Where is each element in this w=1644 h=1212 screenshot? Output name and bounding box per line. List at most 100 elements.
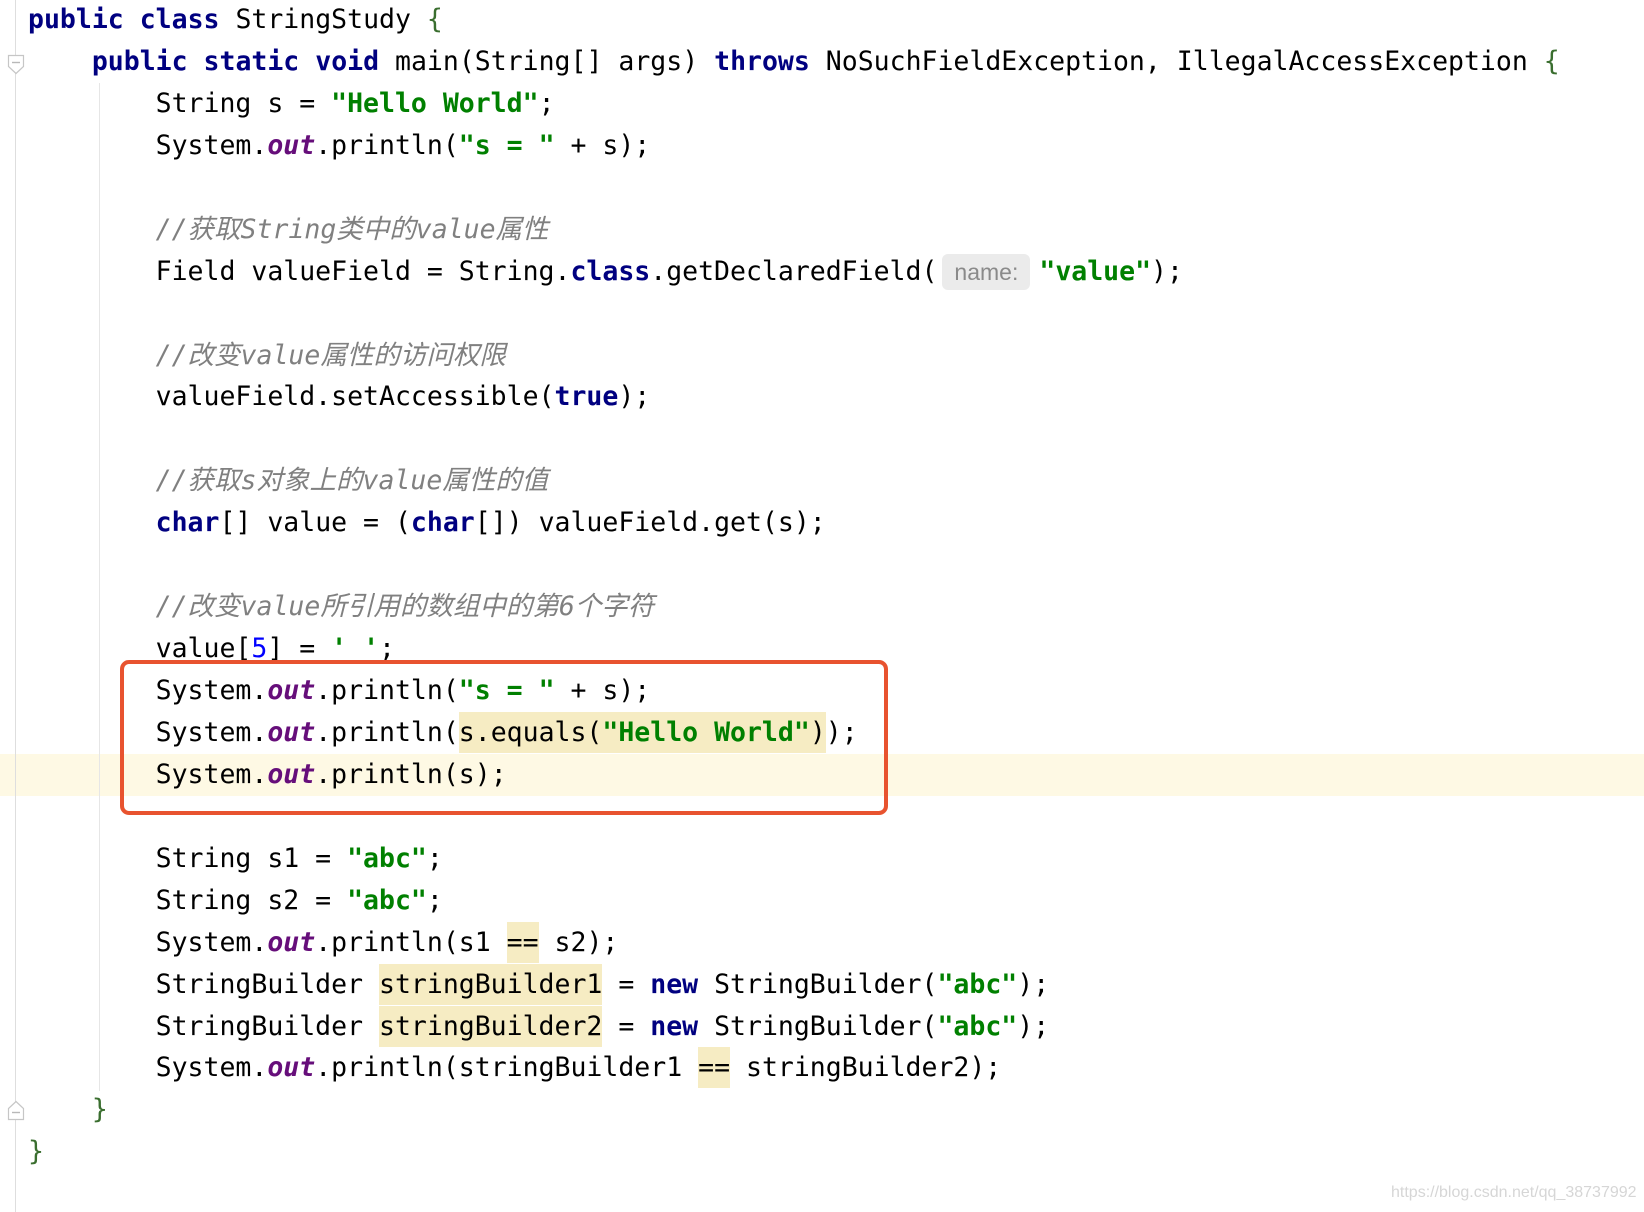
code-text[interactable]: s2);	[539, 927, 619, 958]
code-text[interactable]: + s);	[555, 130, 650, 161]
string-literal[interactable]: ' '	[331, 633, 379, 664]
string-literal[interactable]: "abc"	[937, 969, 1017, 1000]
keyword-token[interactable]: new	[650, 1011, 698, 1042]
static-field-token[interactable]: out	[267, 717, 315, 748]
string-literal[interactable]: "s = "	[459, 675, 555, 706]
code-text[interactable]: ;	[427, 843, 443, 874]
code-comment[interactable]: //改变value所引用的数组中的第6个字符	[156, 591, 655, 622]
code-line[interactable]: public class StringStudy {	[0, 0, 1644, 41]
brace-token[interactable]: {	[427, 4, 443, 35]
code-line[interactable]: String s = "Hello World";	[0, 83, 1644, 125]
code-text[interactable]	[299, 46, 315, 77]
code-text[interactable]: StringBuilder	[28, 969, 379, 1000]
code-line[interactable]: Field valueField = String.class.getDecla…	[0, 251, 1644, 293]
highlighted-usage[interactable]: ==	[698, 1047, 731, 1089]
keyword-token[interactable]: public	[92, 46, 188, 77]
code-text[interactable]: System.	[28, 759, 268, 790]
keyword-token[interactable]: char	[156, 507, 220, 538]
code-comment[interactable]: //改变value属性的访问权限	[156, 340, 506, 371]
code-lines[interactable]: public class StringStudy { public static…	[0, 0, 1644, 1173]
static-field-token[interactable]: out	[267, 1052, 315, 1083]
highlighted-usage[interactable]: stringBuilder1	[379, 963, 603, 1005]
code-line[interactable]: System.out.println(s.equals("Hello World…	[0, 711, 1644, 754]
highlighted-usage[interactable]: "Hello World"	[602, 711, 810, 753]
fold-end-icon[interactable]	[7, 1100, 25, 1121]
code-line[interactable]: System.out.println("s = " + s);	[0, 670, 1644, 712]
code-text[interactable]	[28, 1094, 92, 1125]
code-text[interactable]: ] =	[267, 633, 331, 664]
code-text[interactable]: ;	[379, 633, 395, 664]
static-field-token[interactable]: out	[267, 759, 315, 790]
code-line[interactable]: }	[0, 1089, 1644, 1131]
highlighted-usage[interactable]: )	[809, 711, 826, 753]
code-line[interactable]	[0, 418, 1644, 460]
string-literal[interactable]: "abc"	[347, 843, 427, 874]
code-editor[interactable]: public class StringStudy { public static…	[0, 0, 1644, 1212]
code-line[interactable]: value[5] = ' ';	[0, 628, 1644, 670]
code-text[interactable]: .println(	[315, 675, 459, 706]
code-text[interactable]: []) valueField.get(s);	[475, 507, 826, 538]
code-text[interactable]: .println(s);	[315, 759, 506, 790]
code-text[interactable]: );	[1017, 1011, 1049, 1042]
keyword-token[interactable]: true	[555, 381, 619, 412]
code-line[interactable]	[0, 544, 1644, 586]
highlighted-usage[interactable]: s.equals(	[458, 711, 603, 753]
code-text[interactable]: );	[1151, 256, 1183, 287]
code-text[interactable]: );	[618, 381, 650, 412]
code-text[interactable]: String s =	[28, 88, 331, 119]
code-line[interactable]: StringBuilder stringBuilder1 = new Strin…	[0, 963, 1644, 1006]
code-text[interactable]: stringBuilder2);	[730, 1052, 1001, 1083]
keyword-token[interactable]: char	[411, 507, 475, 538]
string-literal[interactable]: "s = "	[459, 130, 555, 161]
code-text[interactable]: .println(	[315, 717, 459, 748]
code-text[interactable]	[28, 46, 92, 77]
code-text[interactable]: main(String[] args)	[379, 46, 714, 77]
code-line[interactable]: char[] value = (char[]) valueField.get(s…	[0, 502, 1644, 544]
code-line[interactable]	[0, 167, 1644, 209]
code-line[interactable]: String s1 = "abc";	[0, 838, 1644, 880]
code-text[interactable]: StringBuilder(	[698, 969, 937, 1000]
code-line[interactable]: System.out.println(stringBuilder1 == str…	[0, 1047, 1644, 1089]
static-field-token[interactable]: out	[267, 130, 315, 161]
code-text[interactable]: ;	[539, 88, 555, 119]
code-text[interactable]: String s1 =	[28, 843, 347, 874]
code-text[interactable]: String s2 =	[28, 885, 347, 916]
code-text[interactable]: System.	[28, 130, 268, 161]
string-literal[interactable]: "abc"	[937, 1011, 1017, 1042]
fold-collapse-icon[interactable]	[7, 54, 25, 75]
code-line[interactable]: System.out.println("s = " + s);	[0, 125, 1644, 167]
code-text[interactable]: + s);	[555, 675, 650, 706]
string-literal[interactable]: "value"	[1039, 256, 1151, 287]
code-text[interactable]: System.	[28, 927, 268, 958]
code-text[interactable]: .println(s1	[315, 927, 506, 958]
code-text[interactable]	[124, 4, 140, 35]
code-comment[interactable]: //获取s对象上的value属性的值	[156, 465, 549, 496]
code-line[interactable]: public static void main(String[] args) t…	[0, 41, 1644, 83]
code-text[interactable]	[28, 214, 156, 245]
code-text[interactable]: System.	[28, 675, 268, 706]
keyword-token[interactable]: static	[204, 46, 300, 77]
string-literal[interactable]: "abc"	[347, 885, 427, 916]
code-text[interactable]: ;	[427, 885, 443, 916]
code-line[interactable]: //获取String类中的value属性	[0, 209, 1644, 251]
code-line[interactable]: valueField.setAccessible(true);	[0, 376, 1644, 418]
code-text[interactable]: value[	[28, 633, 252, 664]
code-text[interactable]: Field valueField = String.	[28, 256, 571, 287]
code-text[interactable]: StringBuilder	[28, 1011, 379, 1042]
keyword-token[interactable]: class	[140, 4, 220, 35]
code-text[interactable]: .getDeclaredField(	[650, 256, 937, 287]
highlighted-usage[interactable]: stringBuilder2	[379, 1005, 603, 1047]
code-text[interactable]: =	[602, 1011, 650, 1042]
keyword-token[interactable]: public	[28, 4, 124, 35]
code-line[interactable]: //改变value属性的访问权限	[0, 335, 1644, 377]
static-field-token[interactable]: out	[267, 927, 315, 958]
code-line[interactable]	[0, 293, 1644, 335]
code-line[interactable]: System.out.println(s1 == s2);	[0, 921, 1644, 964]
brace-token[interactable]: {	[1544, 46, 1560, 77]
code-text[interactable]: valueField.setAccessible(	[28, 381, 555, 412]
code-line[interactable]: //获取s对象上的value属性的值	[0, 460, 1644, 502]
keyword-token[interactable]: new	[650, 969, 698, 1000]
code-text[interactable]: StringStudy	[219, 4, 426, 35]
brace-token[interactable]: }	[28, 1136, 44, 1167]
code-text[interactable]: .println(	[315, 130, 459, 161]
